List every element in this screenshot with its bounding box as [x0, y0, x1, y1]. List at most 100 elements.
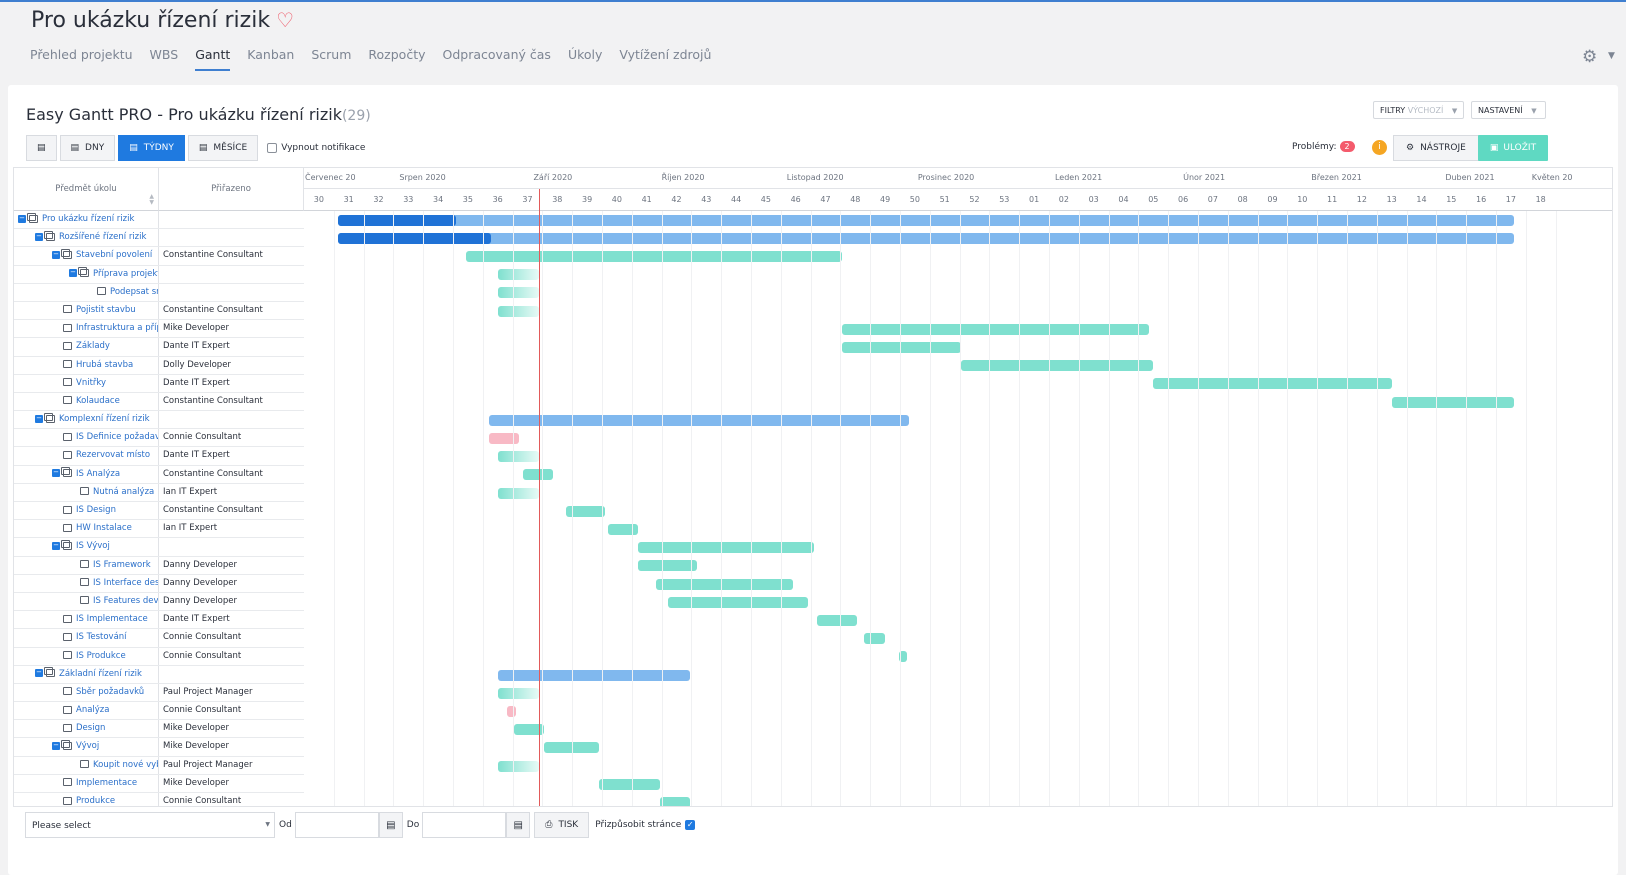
- task-link[interactable]: Infrastruktura a přípojky: [76, 323, 158, 333]
- task-link[interactable]: Design: [76, 723, 105, 733]
- task-link[interactable]: IS Vývoj: [76, 541, 110, 551]
- to-date-input[interactable]: [422, 812, 507, 838]
- table-row[interactable]: Produkce Connie Consultant: [14, 793, 304, 806]
- gantt-bar[interactable]: [667, 596, 808, 608]
- table-row[interactable]: HW Instalace Ian IT Expert: [14, 520, 304, 539]
- table-row[interactable]: IS Implementace Dante IT Expert: [14, 611, 304, 630]
- gantt-bar[interactable]: [607, 523, 638, 535]
- sort-icon[interactable]: ▲ ▼: [149, 194, 154, 206]
- table-row[interactable]: IS Produkce Connie Consultant: [14, 647, 304, 666]
- task-link[interactable]: Sběr požadavků: [76, 687, 144, 697]
- gantt-bar[interactable]: [488, 432, 519, 444]
- collapse-toggle-icon[interactable]: −: [35, 669, 43, 678]
- tab-1[interactable]: WBS: [150, 47, 179, 71]
- gantt-bar[interactable]: [841, 341, 962, 353]
- task-link[interactable]: Nutná analýza: [93, 487, 154, 497]
- task-link[interactable]: Analýza: [76, 705, 109, 715]
- task-link[interactable]: IS Features development: [93, 596, 158, 606]
- table-row[interactable]: Podepsat smlouvu: [14, 283, 304, 302]
- tab-0[interactable]: Přehled projektu: [30, 47, 133, 71]
- heart-icon[interactable]: ♡: [276, 8, 294, 32]
- table-row[interactable]: − IS Analýza Constantine Consultant: [14, 465, 304, 484]
- fit-page-checkbox[interactable]: ✓: [685, 820, 696, 830]
- collapse-toggle-icon[interactable]: −: [35, 232, 43, 241]
- tab-8[interactable]: Vytížení zdrojů: [619, 47, 711, 71]
- gantt-bar[interactable]: [816, 614, 857, 626]
- print-button[interactable]: ⎙ TISK: [534, 812, 590, 838]
- filters-dropdown[interactable]: FILTRY VÝCHOZÍ ▼: [1373, 101, 1465, 119]
- table-row[interactable]: IS Design Constantine Consultant: [14, 502, 304, 521]
- task-link[interactable]: Základy: [76, 341, 110, 351]
- task-link[interactable]: Rozšířené řízení rizik: [59, 232, 146, 242]
- gantt-bar[interactable]: [841, 323, 1149, 335]
- gantt-bar[interactable]: [466, 250, 842, 262]
- task-link[interactable]: HW Instalace: [76, 523, 132, 533]
- task-link[interactable]: IS Design: [76, 505, 116, 515]
- task-link[interactable]: Podepsat smlouvu: [110, 287, 158, 297]
- task-link[interactable]: Vnitřky: [76, 378, 106, 388]
- task-link[interactable]: Základní řízení rizik: [59, 669, 142, 679]
- collapse-toggle-icon[interactable]: −: [35, 414, 43, 423]
- tools-button[interactable]: ⚙ NÁSTROJE: [1393, 135, 1479, 161]
- table-row[interactable]: IS Framework Danny Developer: [14, 556, 304, 575]
- chevron-down-icon[interactable]: ▼: [1608, 51, 1615, 61]
- table-row[interactable]: − Vývoj Mike Developer: [14, 738, 304, 757]
- tab-6[interactable]: Odpracovaný čas: [443, 47, 551, 71]
- collapse-toggle-icon[interactable]: −: [18, 214, 26, 223]
- gantt-bar[interactable]: [497, 269, 540, 281]
- column-header-assigned[interactable]: Přiřazeno: [159, 168, 304, 211]
- table-row[interactable]: IS Features development Danny Developer: [14, 592, 304, 612]
- task-link[interactable]: Hrubá stavba: [76, 360, 133, 370]
- tab-2[interactable]: Gantt: [195, 47, 231, 71]
- gantt-bar[interactable]: [497, 287, 540, 299]
- zoom-weeks-button[interactable]: ▤ TÝDNY: [118, 135, 185, 161]
- task-link[interactable]: IS Definice požadavků: [76, 432, 158, 442]
- gantt-bar[interactable]: [637, 560, 698, 572]
- table-row[interactable]: Pojistit stavbu Constantine Consultant: [14, 301, 304, 321]
- table-row[interactable]: Design Mike Developer: [14, 720, 304, 739]
- table-row[interactable]: − Rozšířené řízení rizik: [14, 229, 304, 248]
- table-row[interactable]: − Komplexní řízení rizik: [14, 411, 304, 430]
- zoom-days-button[interactable]: ▤ DNY: [59, 135, 116, 161]
- gantt-bar[interactable]: [338, 232, 1514, 244]
- collapse-toggle-icon[interactable]: −: [52, 541, 60, 550]
- collapse-toggle-icon[interactable]: −: [52, 250, 60, 259]
- task-link[interactable]: Příprava projektu: [93, 269, 158, 279]
- task-link[interactable]: Komplexní řízení rizik: [59, 414, 150, 424]
- tab-3[interactable]: Kanban: [247, 47, 294, 71]
- table-row[interactable]: Infrastruktura a přípojky Mike Developer: [14, 320, 304, 339]
- problems-indicator[interactable]: Problémy: 2: [1292, 141, 1355, 152]
- gantt-timeline[interactable]: Červenec 20 Srpen 2020 Září 2020 Říjen 2020…: [304, 168, 1612, 806]
- table-row[interactable]: Hrubá stavba Dolly Developer: [14, 356, 304, 375]
- task-link[interactable]: Koupit nové vybavení: [93, 760, 158, 770]
- table-row[interactable]: − Stavební povolení Constantine Consultant: [14, 247, 304, 266]
- tab-7[interactable]: Úkoly: [568, 47, 602, 71]
- table-row[interactable]: Kolaudace Constantine Consultant: [14, 392, 304, 412]
- table-row[interactable]: Koupit nové vybavení Paul Project Manager: [14, 756, 304, 775]
- task-link[interactable]: Rezervovat místo: [76, 450, 150, 460]
- table-row[interactable]: − IS Vývoj: [14, 538, 304, 557]
- gantt-bar[interactable]: [497, 451, 540, 463]
- task-link[interactable]: IS Produkce: [76, 651, 126, 661]
- task-link[interactable]: Vývoj: [76, 741, 99, 751]
- calendar-icon[interactable]: ▤: [506, 812, 531, 838]
- from-date-input[interactable]: [294, 812, 379, 838]
- table-row[interactable]: Nutná analýza Ian IT Expert: [14, 483, 304, 502]
- gantt-bar[interactable]: [599, 778, 661, 790]
- task-link[interactable]: Stavební povolení: [76, 250, 152, 260]
- task-link[interactable]: IS Framework: [93, 560, 151, 570]
- tab-5[interactable]: Rozpočty: [368, 47, 425, 71]
- info-badge[interactable]: i: [1372, 140, 1387, 155]
- table-row[interactable]: Sběr požadavků Paul Project Manager: [14, 683, 304, 703]
- table-row[interactable]: − Příprava projektu: [14, 265, 304, 284]
- gear-icon[interactable]: ⚙: [1582, 47, 1597, 67]
- collapse-toggle-icon[interactable]: −: [52, 741, 60, 750]
- gantt-bar[interactable]: [523, 469, 553, 481]
- calendar-icon[interactable]: ▤: [378, 812, 403, 838]
- task-link[interactable]: Implementace: [76, 778, 137, 788]
- task-link[interactable]: IS Interface design: [93, 578, 158, 588]
- gantt-bar[interactable]: [497, 305, 540, 317]
- settings-dropdown[interactable]: NASTAVENÍ ▼: [1471, 101, 1546, 119]
- table-row[interactable]: IS Testování Connie Consultant: [14, 629, 304, 648]
- calendar-button[interactable]: ▤: [26, 135, 57, 161]
